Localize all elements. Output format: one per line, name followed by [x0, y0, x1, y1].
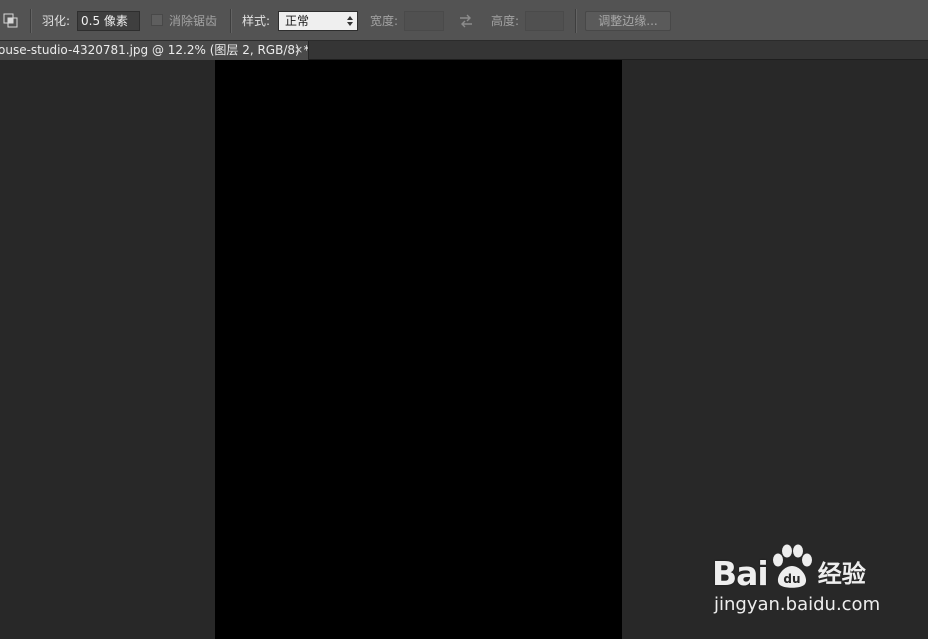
refine-edge-button[interactable]: 调整边缘... [585, 11, 671, 31]
intersect-selection-icon-svg [3, 13, 18, 27]
select-arrows-icon [347, 16, 353, 26]
document-tab-title: ouse-studio-4320781.jpg @ 12.2% (图层 2, R… [0, 43, 309, 57]
height-label-wrap: 高度: [491, 0, 519, 41]
options-bar: 羽化: 0.5 像素 消除锯齿 样式: 正常 宽度: 高度: 调整边缘... [0, 0, 928, 41]
toolbar-separator [575, 9, 576, 33]
paw-icon: du [772, 544, 812, 588]
baidu-jingyan-watermark: Bai du 经验 jingyan.baidu.com [706, 540, 886, 620]
antialias-label-wrap: 消除锯齿 [169, 0, 217, 41]
watermark-logo-prefix: Bai [712, 554, 769, 593]
document-tab[interactable]: ouse-studio-4320781.jpg @ 12.2% (图层 2, R… [0, 41, 309, 60]
style-label-wrap: 样式: [242, 0, 270, 41]
width-label-wrap: 宽度: [370, 0, 398, 41]
intersect-selection-icon[interactable] [2, 0, 20, 41]
antialias-checkbox[interactable] [151, 14, 163, 26]
style-label: 样式: [242, 14, 271, 28]
document-canvas[interactable] [215, 60, 622, 639]
height-input[interactable] [525, 11, 564, 31]
photoshop-window: 羽化: 0.5 像素 消除锯齿 样式: 正常 宽度: 高度: 调整边缘... o… [0, 0, 928, 639]
watermark-logo: Bai du 经验 [712, 540, 866, 594]
close-icon[interactable]: × [294, 41, 303, 59]
antialias-label: 消除锯齿 [169, 14, 218, 28]
feather-label-wrap: 羽化: [42, 0, 70, 41]
feather-label: 羽化: [42, 14, 71, 28]
watermark-url: jingyan.baidu.com [714, 594, 881, 615]
feather-input[interactable]: 0.5 像素 [77, 11, 140, 31]
swap-arrows-icon[interactable] [458, 0, 474, 41]
toolbar-separator [230, 9, 231, 33]
swap-arrows-icon-svg [460, 14, 472, 27]
toolbar-separator [30, 9, 31, 33]
style-select-value: 正常 [285, 14, 310, 28]
width-input[interactable] [404, 11, 444, 31]
paw-du-text: du [783, 572, 800, 586]
width-label: 宽度: [370, 14, 399, 28]
watermark-logo-cn: 经验 [817, 560, 866, 588]
style-select[interactable]: 正常 [278, 11, 358, 31]
height-label: 高度: [491, 14, 520, 28]
document-tab-strip: ouse-studio-4320781.jpg @ 12.2% (图层 2, R… [0, 41, 928, 60]
